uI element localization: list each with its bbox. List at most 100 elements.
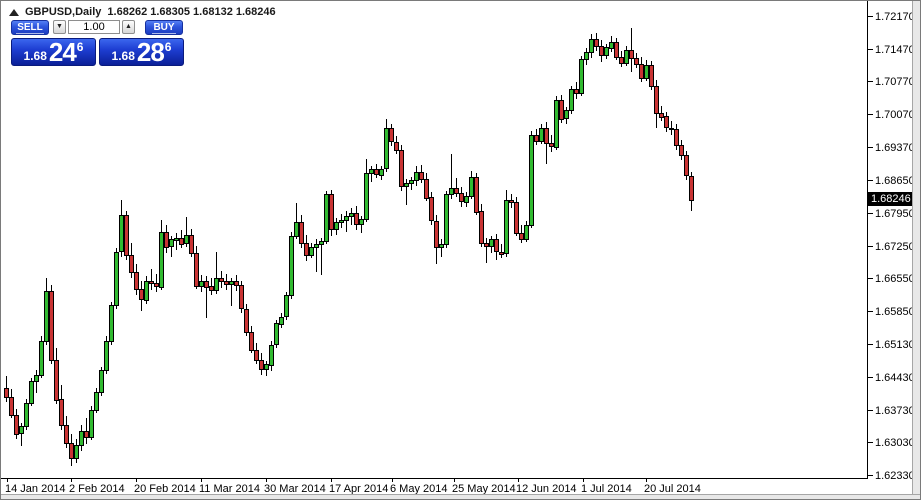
chart-window: 1.721701.714701.707701.700701.693701.686… (0, 0, 921, 500)
price-tick-label: 1.70770 (875, 76, 915, 88)
candle-body (25, 404, 29, 427)
candle-body (225, 282, 229, 285)
candle-body (675, 130, 679, 146)
right-edge-strip (912, 1, 920, 499)
candle-body (585, 53, 589, 60)
candle-body (455, 189, 459, 194)
candle-body (410, 181, 414, 184)
bid-price-box[interactable]: 1.68 24 6 (11, 38, 96, 66)
candle-body (105, 342, 109, 371)
candle-body (250, 333, 254, 351)
price-tick-label: 1.67950 (875, 208, 915, 220)
candle-body (350, 214, 354, 217)
candle-body (285, 296, 289, 317)
candle-body (425, 180, 429, 199)
candle-body (50, 292, 54, 361)
candle-body (685, 156, 689, 176)
candle-body (535, 136, 539, 142)
candle-body (190, 236, 194, 254)
sell-button[interactable]: SELL (11, 20, 49, 35)
collapse-panel-arrow-icon[interactable] (9, 9, 19, 16)
spin-up-icon: ▲ (125, 23, 132, 30)
volume-input[interactable]: 1.00 (68, 20, 120, 34)
candle-body (140, 290, 144, 300)
candle-body (495, 240, 499, 252)
candle-body (115, 253, 119, 306)
candle-body (670, 129, 674, 130)
candle-body (200, 282, 204, 287)
candle-body (205, 282, 209, 288)
candle-body (15, 416, 19, 435)
candle-body (465, 197, 469, 203)
candle-body (655, 87, 659, 114)
candle-body (160, 233, 164, 288)
candle-body (365, 174, 369, 220)
candle-body (415, 173, 419, 181)
candle-body (640, 65, 644, 79)
candle-body (180, 239, 184, 245)
candle-body (220, 279, 224, 282)
candle-body (145, 282, 149, 301)
candle-body (130, 256, 134, 273)
candle-body (500, 253, 504, 255)
candle-body (165, 233, 169, 248)
volume-increase-button[interactable]: ▲ (122, 20, 135, 34)
candle-body (215, 279, 219, 291)
candle-body (305, 244, 309, 256)
candle-body (235, 282, 239, 286)
candle-body (555, 101, 559, 148)
candle-body (275, 324, 279, 345)
candle-body (300, 223, 304, 244)
candle-body (35, 376, 39, 382)
chart-canvas[interactable]: 1.721701.714701.707701.700701.693701.686… (1, 1, 921, 500)
candle-body (450, 189, 454, 195)
candle-body (565, 111, 569, 119)
price-tick-label: 1.63030 (875, 437, 915, 449)
candle-body (230, 282, 234, 285)
candle-body (600, 47, 604, 56)
candle-body (280, 318, 284, 325)
candle-body (195, 254, 199, 287)
price-tick-label: 1.65850 (875, 306, 915, 318)
candle-body (20, 427, 24, 434)
candle-body (120, 216, 124, 252)
candle-body (525, 226, 529, 240)
candle-body (75, 446, 79, 459)
candle-body (560, 101, 564, 120)
candle-body (255, 351, 259, 361)
candle-body (125, 216, 129, 256)
candle-body (690, 177, 694, 201)
candle-body (620, 58, 624, 64)
price-tick-label: 1.62330 (875, 470, 915, 482)
candle-body (400, 151, 404, 187)
candle-body (265, 365, 269, 370)
candle-body (110, 306, 114, 342)
candle-body (485, 244, 489, 247)
candle-body (70, 444, 74, 459)
candle-body (460, 194, 464, 202)
price-tick-label: 1.63730 (875, 405, 915, 417)
candle-body (355, 214, 359, 225)
volume-decrease-button[interactable]: ▼ (53, 20, 66, 34)
candle-body (630, 51, 634, 59)
price-tick-label: 1.70070 (875, 109, 915, 121)
candle-body (545, 129, 549, 144)
candle-body (430, 198, 434, 221)
candle-body (550, 144, 554, 147)
candle-body (335, 223, 339, 230)
candle-body (320, 242, 324, 245)
candle-body (510, 201, 514, 203)
candle-body (10, 398, 14, 416)
candle-body (665, 117, 669, 128)
ask-prefix: 1.68 (112, 49, 135, 63)
ask-price-box[interactable]: 1.68 28 6 (99, 38, 184, 66)
buy-button[interactable]: BUY (145, 20, 183, 35)
ask-pipette: 6 (165, 42, 172, 52)
candle-body (650, 66, 654, 87)
price-tick-label: 1.67250 (875, 241, 915, 253)
candle-body (5, 389, 9, 398)
candle-body (380, 170, 384, 176)
candle-body (60, 400, 64, 426)
price-tick-label: 1.68650 (875, 175, 915, 187)
price-tick-label: 1.71470 (875, 44, 915, 56)
